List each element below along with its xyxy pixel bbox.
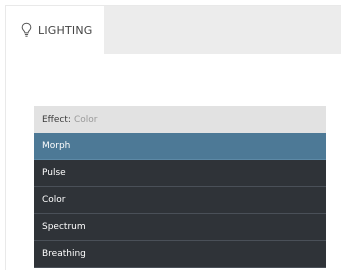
tab-strip: LIGHTING <box>6 6 341 54</box>
app-frame: LIGHTING Effect: Color Morph Pulse Color… <box>5 5 341 270</box>
tab-lighting[interactable]: LIGHTING <box>6 6 104 54</box>
effect-option-label: Morph <box>42 141 71 151</box>
tab-label: LIGHTING <box>38 23 93 37</box>
lighting-panel: Effect: Color Morph Pulse Color Spectrum… <box>6 54 341 270</box>
effect-option-pulse[interactable]: Pulse <box>34 160 326 187</box>
effect-label: Effect: <box>42 114 71 125</box>
effect-option-morph[interactable]: Morph <box>34 133 326 160</box>
effect-option-label: Breathing <box>42 249 86 259</box>
lightbulb-icon <box>21 22 32 37</box>
effect-option-spectrum[interactable]: Spectrum <box>34 214 326 241</box>
effect-option-label: Color <box>42 195 66 205</box>
effect-option-label: Pulse <box>42 168 66 178</box>
effect-current-value: Color <box>73 114 98 125</box>
effect-dropdown-toggle[interactable]: Effect: Color <box>34 106 326 133</box>
effect-option-label: Spectrum <box>42 222 86 232</box>
effect-option-color[interactable]: Color <box>34 187 326 214</box>
effect-dropdown: Effect: Color Morph Pulse Color Spectrum… <box>34 106 326 268</box>
effect-option-breathing[interactable]: Breathing <box>34 241 326 268</box>
